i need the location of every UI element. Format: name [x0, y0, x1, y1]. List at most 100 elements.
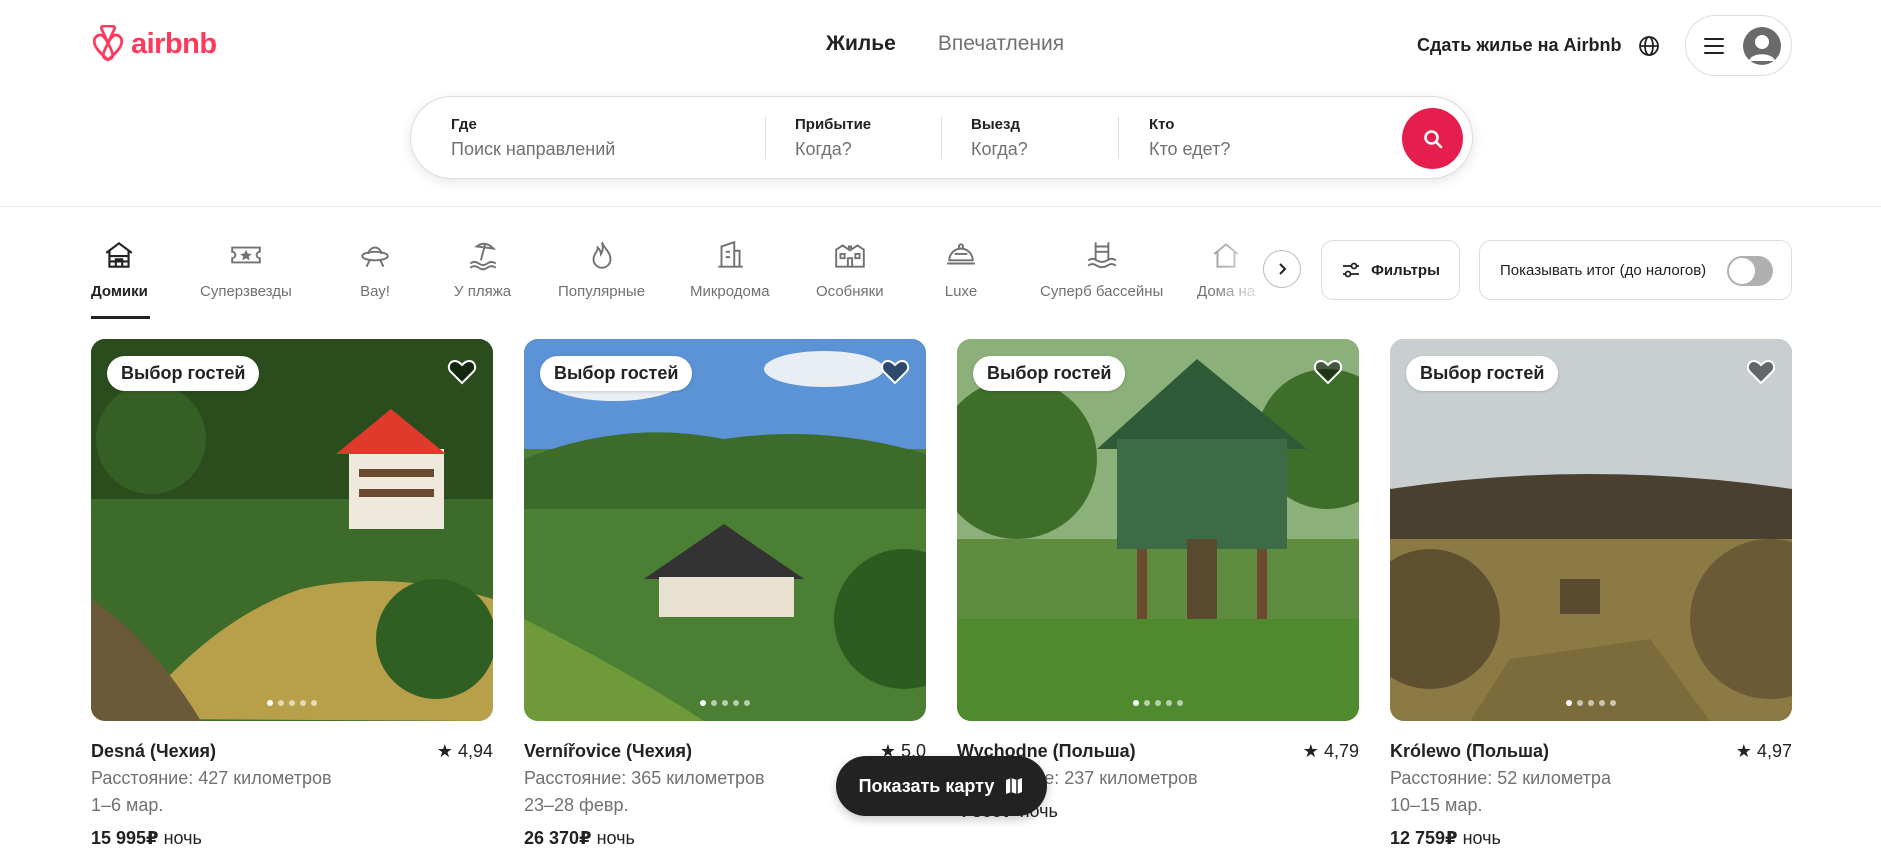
listing-rating: ★ 4,94	[437, 738, 493, 765]
active-category-underline	[91, 316, 150, 319]
listing-dates: 10–15 мар.	[1390, 795, 1483, 815]
listing-title: Desná (Чехия)	[91, 741, 217, 761]
category-cabins[interactable]: Домики	[91, 238, 148, 300]
category-label: Суперб бассейны	[1040, 283, 1164, 300]
price-value: 26 370₽	[524, 828, 592, 848]
rating-value: 4,97	[1756, 741, 1792, 761]
search-checkout-input[interactable]: Когда?	[971, 139, 1028, 160]
category-luxe[interactable]: Luxe	[944, 238, 978, 300]
ticket-star-icon	[231, 246, 261, 264]
category-next-button[interactable]	[1263, 250, 1301, 288]
photo-dots	[267, 700, 317, 706]
listing-photo[interactable]: Выбор гостей	[1390, 339, 1792, 721]
display-total-label: Показывать итог (до налогов)	[1500, 261, 1707, 279]
listing-card[interactable]: Выбор гостей Wychodne (Польша) ★ 4,79 Ра…	[957, 339, 1359, 825]
guest-favorite-badge: Выбор гостей	[107, 356, 260, 391]
category-beach[interactable]: У пляжа	[454, 238, 511, 300]
star-icon: ★	[1735, 741, 1752, 761]
show-map-label: Показать карту	[858, 775, 995, 796]
category-label: Особняки	[816, 283, 884, 300]
guest-favorite-badge: Выбор гостей	[540, 356, 693, 391]
map-icon	[1006, 778, 1023, 794]
beach-icon	[469, 242, 496, 271]
user-menu-button[interactable]	[1685, 15, 1792, 76]
listing-price: 26 370₽ ночь	[524, 825, 926, 852]
category-trending[interactable]: Популярные	[558, 238, 645, 300]
cabin-icon	[106, 241, 133, 268]
price-unit: ночь	[163, 828, 202, 848]
filters-button[interactable]: Фильтры	[1321, 240, 1460, 300]
category-superstars[interactable]: Суперзвезды	[200, 238, 292, 300]
luxe-bell-icon	[947, 243, 975, 265]
host-link[interactable]: Сдать жилье на Airbnb	[1417, 35, 1622, 56]
mansion-icon	[835, 244, 865, 268]
search-who-input[interactable]: Кто едет?	[1149, 139, 1230, 160]
guest-favorite-badge: Выбор гостей	[973, 356, 1126, 391]
show-map-button[interactable]: Показать карту	[836, 756, 1047, 816]
listing-rating: ★ 4,97	[1736, 738, 1792, 765]
listing-title: Królewo (Польша)	[1390, 741, 1549, 761]
search-where-label: Где	[451, 116, 477, 133]
heart-icon[interactable]	[447, 357, 477, 387]
category-label: Популярные	[558, 283, 646, 300]
search-button[interactable]	[1402, 108, 1463, 169]
star-icon: ★	[436, 741, 453, 761]
price-value: 15 995₽	[91, 828, 159, 848]
category-pools[interactable]: Суперб бассейны	[1040, 238, 1163, 300]
tab-experiences[interactable]: Впечатления	[938, 32, 1064, 56]
logo-text: airbnb	[131, 27, 217, 60]
heart-icon[interactable]	[880, 357, 910, 387]
category-wow[interactable]: Вау!	[358, 238, 392, 300]
star-icon: ★	[1302, 741, 1319, 761]
hamburger-icon	[1704, 37, 1724, 54]
search-who-label: Кто	[1149, 116, 1175, 133]
search-divider	[941, 117, 942, 159]
rating-value: 4,79	[1323, 741, 1359, 761]
header: airbnb Жилье Впечатления Сдать жилье на …	[0, 0, 1881, 207]
category-tiny-homes[interactable]: Микродома	[690, 238, 770, 300]
listing-card[interactable]: Выбор гостей Desná (Чехия) ★ 4,94 Рассто…	[91, 339, 493, 852]
listing-photo-image	[1390, 339, 1792, 721]
search-divider	[1118, 117, 1119, 159]
display-total-toggle[interactable]	[1727, 256, 1773, 286]
listing-price: 15 995₽ ночь	[91, 825, 493, 852]
search-checkin-label: Прибытие	[795, 116, 872, 133]
guest-favorite-badge: Выбор гостей	[1406, 356, 1559, 391]
user-avatar-icon	[1743, 26, 1781, 65]
display-total-toggle-button[interactable]: Показывать итог (до налогов)	[1479, 240, 1792, 300]
airbnb-logo[interactable]: airbnb	[91, 25, 217, 63]
category-bar: Домики Суперзвезды Вау! У пляжа Популярн…	[91, 238, 1256, 320]
top-tabs: Жилье Впечатления	[826, 32, 1064, 56]
search-icon	[1423, 129, 1442, 148]
search-where[interactable]: Где Поиск направлений	[451, 116, 615, 160]
ufo-icon	[361, 246, 389, 268]
search-checkin-input[interactable]: Когда?	[795, 139, 871, 160]
heart-icon[interactable]	[1746, 357, 1776, 387]
pool-icon	[1087, 242, 1117, 269]
photo-dots	[700, 700, 750, 706]
category-label: Luxe	[944, 283, 978, 300]
heart-icon[interactable]	[1313, 357, 1343, 387]
search-checkin[interactable]: Прибытие Когда?	[795, 116, 871, 160]
category-mansions[interactable]: Особняки	[816, 238, 884, 300]
listing-photo-image	[91, 339, 493, 721]
sliders-icon	[1343, 262, 1360, 278]
search-who[interactable]: Кто Кто едет?	[1149, 116, 1230, 160]
listing-photo[interactable]: Выбор гостей	[957, 339, 1359, 721]
globe-icon[interactable]	[1637, 34, 1661, 58]
listing-card[interactable]: Выбор гостей Królewo (Польша) ★ 4,97 Рас…	[1390, 339, 1792, 852]
listing-photo[interactable]: Выбор гостей	[524, 339, 926, 721]
airbnb-logo-icon	[92, 25, 124, 62]
tab-stays[interactable]: Жилье	[826, 32, 896, 56]
category-label: У пляжа	[454, 283, 512, 300]
search-checkout-label: Выезд	[971, 116, 1020, 133]
listing-photo-image	[524, 339, 926, 721]
listing-photo-image	[957, 339, 1359, 721]
listing-dates: 1–6 мар.	[91, 795, 164, 815]
listing-distance: Расстояние: 427 километров	[91, 768, 332, 788]
search-where-input[interactable]: Поиск направлений	[451, 139, 615, 160]
search-checkout[interactable]: Выезд Когда?	[971, 116, 1028, 160]
listing-photo[interactable]: Выбор гостей	[91, 339, 493, 721]
flame-icon	[592, 241, 611, 269]
listing-rating: ★ 4,79	[1303, 738, 1359, 765]
